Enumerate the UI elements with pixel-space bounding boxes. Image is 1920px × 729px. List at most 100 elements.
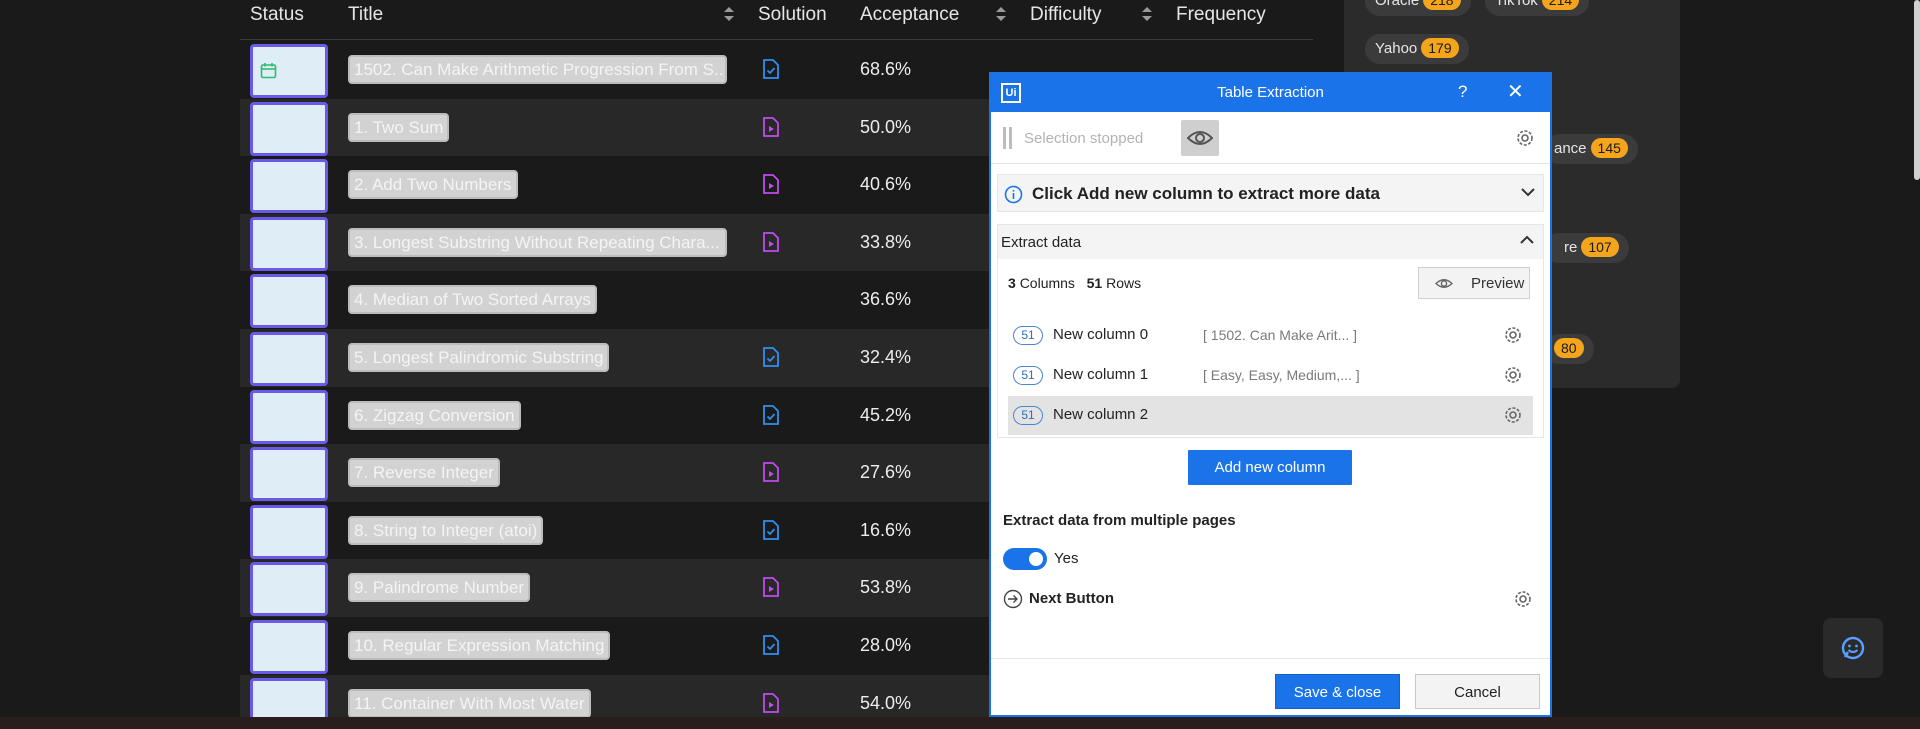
column-count-badge: 51 [1013,366,1043,385]
help-button[interactable]: ? [1458,82,1467,102]
acceptance-rate: 16.6% [860,519,912,540]
acceptance-rate: 27.6% [860,462,912,483]
file-check-icon[interactable] [762,519,780,545]
status-cell-selected[interactable] [250,620,328,674]
column-count-badge: 51 [1013,406,1043,425]
multi-pages-label: Extract data from multiple pages [1003,512,1236,529]
problem-title-link[interactable]: 8. String to Integer (atoi) [348,515,544,545]
company-tag[interactable]: Oracle 218 [1365,0,1471,16]
problem-title-link[interactable]: 9. Palindrome Number [348,573,531,603]
cancel-button[interactable]: Cancel [1415,674,1540,709]
next-button-label: Next Button [1029,590,1114,607]
company-count: 218 [1423,0,1461,10]
gear-icon[interactable] [1515,128,1535,148]
extract-data-header[interactable]: Extract data [998,225,1543,259]
file-check-icon[interactable] [762,347,780,372]
columns-label: Columns [1019,275,1075,291]
problem-title-link[interactable]: 1. Two Sum [348,112,450,142]
problem-title-link[interactable]: 6. Zigzag Conversion [348,400,521,430]
page-scrollbar[interactable] [1914,0,1920,180]
close-button[interactable]: ✕ [1507,82,1524,102]
gear-icon[interactable] [1503,405,1523,425]
preview-button[interactable]: Preview [1418,267,1530,299]
status-cell-selected[interactable] [250,216,328,271]
acceptance-rate: 28.0% [860,635,912,655]
chevron-down-icon[interactable] [1521,187,1535,197]
status-cell-selected[interactable] [250,101,328,156]
status-cell-selected[interactable] [250,389,328,444]
problem-title-link[interactable]: 4. Median of Two Sorted Arrays [348,285,597,315]
header-frequency[interactable]: Frequency [1176,4,1266,26]
company-tag[interactable]: ance 145 [1544,134,1638,164]
file-video-icon[interactable] [762,174,780,199]
preview-label: Preview [1471,275,1525,292]
status-cell-selected[interactable] [250,274,328,329]
company-name: ance [1554,140,1587,157]
problem-title-link[interactable]: 7. Reverse Integer [348,458,500,488]
header-solution[interactable]: Solution [758,4,827,26]
file-check-icon[interactable] [762,635,780,660]
status-cell-selected[interactable] [250,44,328,98]
header-difficulty[interactable]: Difficulty [1030,4,1101,26]
dialog-footer: Save & close Cancel [991,658,1550,715]
problem-title-link[interactable]: 5. Longest Palindromic Substring [348,343,610,372]
sort-icon[interactable] [996,7,1006,21]
column-row[interactable]: 51 New column 0 [ 1502. Can Make Arit...… [1008,316,1533,355]
status-cell-selected[interactable] [250,504,328,559]
company-tag[interactable]: TikTok 214 [1485,0,1590,16]
company-name: re [1564,239,1578,256]
column-name: New column 0 [1053,326,1149,343]
problem-title-link[interactable]: 10. Regular Expression Matching [348,631,611,660]
column-row-selected[interactable]: 51 New column 2 [1008,396,1533,435]
file-video-icon[interactable] [762,462,780,487]
gear-icon[interactable] [1503,325,1523,345]
company-tag[interactable]: Yahoo 179 [1365,34,1469,64]
chevron-up-icon[interactable] [1520,235,1534,245]
company-name: TikTok [1495,0,1538,9]
sort-icon[interactable] [1142,7,1152,21]
pause-icon[interactable] [1003,127,1013,149]
header-title[interactable]: Title [348,4,383,26]
next-button-row[interactable]: Next Button [1003,586,1538,616]
acceptance-rate: 40.6% [860,174,912,195]
status-cell-selected[interactable] [250,332,328,386]
chat-button[interactable] [1823,618,1883,678]
header-status[interactable]: Status [250,4,304,26]
multi-pages-toggle[interactable] [1003,548,1047,570]
dialog-titlebar[interactable]: Ui Table Extraction ? ✕ [991,74,1550,112]
extract-data-section: Extract data 3 Columns 51 Rows Preview 5… [997,224,1544,438]
problem-title-link[interactable]: 3. Longest Substring Without Repeating C… [348,227,727,257]
acceptance-rate: 33.8% [860,231,912,252]
save-close-button[interactable]: Save & close [1275,674,1400,709]
status-cell-selected[interactable] [250,159,328,214]
company-count: 80 [1554,338,1584,358]
acceptance-rate: 45.2% [860,404,912,425]
file-video-icon[interactable] [762,692,780,718]
company-count: 145 [1590,138,1628,158]
problem-title-link[interactable]: 1502. Can Make Arithmetic Progression Fr… [348,55,727,84]
file-check-icon[interactable] [762,404,780,430]
info-banner[interactable]: Click Add new column to extract more dat… [997,174,1544,212]
company-name: Oracle [1375,0,1420,9]
acceptance-rate: 53.8% [860,577,912,598]
status-cell-selected[interactable] [250,447,328,502]
sort-icon[interactable] [724,7,734,21]
highlight-toggle-button[interactable] [1181,120,1219,156]
header-acceptance[interactable]: Acceptance [860,4,959,26]
file-video-icon[interactable] [762,577,780,602]
file-video-icon[interactable] [762,116,780,142]
add-new-column-button[interactable]: Add new column [1188,450,1352,485]
gear-icon[interactable] [1513,589,1533,609]
file-video-icon[interactable] [762,231,780,257]
status-cell-selected[interactable] [250,562,328,617]
gear-icon[interactable] [1503,365,1523,385]
file-check-icon[interactable] [762,59,780,84]
company-tag[interactable]: re 107 [1544,233,1629,263]
problem-title-link[interactable]: 11. Container With Most Water [348,688,591,718]
column-name: New column 1 [1053,366,1149,383]
selection-status: Selection stopped [1024,130,1144,147]
column-preview: [ 1502. Can Make Arit... ] [1203,327,1358,343]
problem-title-link[interactable]: 2. Add Two Numbers [348,170,518,200]
company-count: 179 [1421,38,1459,58]
column-row[interactable]: 51 New column 1 [ Easy, Easy, Medium,...… [1008,356,1533,395]
